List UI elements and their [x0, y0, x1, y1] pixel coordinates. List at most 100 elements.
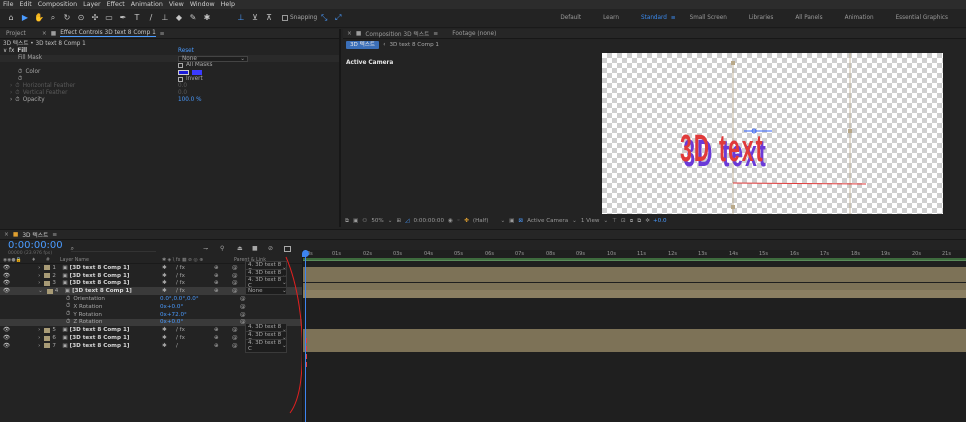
stopwatch-icon[interactable]: ⏱ — [15, 90, 19, 97]
region-of-interest-icon[interactable]: ▣ — [509, 218, 514, 224]
transparency-grid-icon[interactable]: ⊠ — [518, 218, 523, 224]
layer-name[interactable]: [3D text 8 Comp 1] — [70, 280, 130, 286]
pickwhip-icon[interactable]: @ — [232, 280, 238, 286]
label-color[interactable] — [44, 280, 51, 286]
expand-icon[interactable]: › — [38, 343, 40, 349]
eraser-tool-icon[interactable]: ◆ — [174, 13, 184, 23]
preview-icon[interactable]: ⧉ — [345, 218, 349, 225]
home-icon[interactable]: ⌂ — [6, 13, 16, 23]
pan-behind-tool-icon[interactable]: ✣ — [90, 13, 100, 23]
stopwatch-icon[interactable]: ⏱ — [18, 76, 22, 83]
visibility-eye-icon[interactable]: 👁 — [3, 335, 10, 341]
collapse-switch-icon[interactable]: ✱ — [162, 327, 167, 333]
subtab-3d-text[interactable]: 3D 텍스트 — [346, 40, 380, 49]
world-axis-icon[interactable]: ⊻ — [250, 13, 260, 23]
expand-icon[interactable]: › — [38, 280, 40, 286]
stopwatch-icon[interactable]: ⏱ — [66, 296, 70, 303]
visibility-eye-icon[interactable]: 👁 — [3, 265, 10, 271]
collapse-switch-icon[interactable]: ✱ — [162, 335, 167, 341]
expand-icon[interactable]: › — [38, 335, 40, 341]
expand-icon[interactable]: › — [10, 97, 12, 104]
panel-menu-icon[interactable]: ≡ — [433, 31, 438, 37]
workspace-default[interactable]: Default — [560, 15, 581, 21]
snapshot-icon[interactable]: ◉ — [448, 218, 453, 224]
3d-layer-icon[interactable]: ⊕ — [214, 327, 219, 333]
transform-handle[interactable] — [848, 129, 852, 133]
3d-layer-icon[interactable]: ⊕ — [214, 343, 219, 349]
menu-window[interactable]: Window — [190, 0, 215, 9]
all-masks-checkbox[interactable] — [178, 63, 183, 68]
exposure-value[interactable]: +0.0 — [653, 218, 667, 224]
timecode-display[interactable]: 0:00:00:00 — [413, 218, 444, 224]
menu-help[interactable]: Help — [221, 0, 235, 9]
graph-editor-icon[interactable] — [284, 245, 291, 252]
lock-icon[interactable]: ■ — [356, 31, 361, 37]
mask-icon[interactable]: ⚇ — [362, 218, 367, 224]
puppet-tool-icon[interactable]: ✱ — [202, 13, 212, 23]
tab-close-icon[interactable]: × — [4, 232, 9, 238]
collapse-icon[interactable]: ⌄ — [38, 288, 43, 294]
label-color[interactable] — [44, 335, 51, 341]
tab-footage[interactable]: Footage (none) — [452, 31, 496, 37]
workspace-learn[interactable]: Learn — [603, 15, 619, 21]
workspace-libraries[interactable]: Libraries — [749, 15, 774, 21]
camera-dropdown[interactable]: Active Camera — [527, 218, 568, 224]
view-layout-dropdown[interactable]: 1 View — [581, 218, 600, 224]
subtab-comp-1[interactable]: 3D text 8 Comp 1 — [390, 42, 439, 48]
workspace-menu-icon[interactable]: ≡ — [671, 15, 676, 21]
zoom-level[interactable]: 50% — [371, 218, 383, 224]
chevron-down-icon[interactable]: ⌄ — [500, 218, 505, 224]
pickwhip-icon[interactable]: @ — [232, 335, 238, 341]
visibility-eye-icon[interactable]: 👁 — [3, 288, 10, 294]
zoom-tool-icon[interactable]: ⌕ — [48, 13, 58, 23]
label-color[interactable] — [44, 343, 51, 349]
frame-blending-icon[interactable]: ■ — [252, 245, 258, 252]
expand-icon[interactable]: › — [38, 273, 40, 279]
pickwhip-icon[interactable]: @ — [240, 304, 246, 310]
current-timecode[interactable]: 0:00:00:00 — [8, 241, 63, 251]
label-color[interactable] — [44, 265, 51, 271]
rectangle-tool-icon[interactable]: ▭ — [104, 13, 114, 23]
region-icon[interactable]: ▣ — [353, 218, 358, 224]
pickwhip-icon[interactable]: @ — [240, 296, 246, 302]
time-ruler[interactable]: 0s 01s 02s 03s 04s 05s 06s 07s 08s 09s 1… — [303, 250, 966, 258]
clone-stamp-tool-icon[interactable]: ⊥ — [160, 13, 170, 23]
toggle-pixel-icon[interactable]: ⊤ — [612, 218, 617, 224]
flowchart-icon[interactable]: ⧉ — [637, 218, 641, 225]
layer-row[interactable]: 👁 › 3 ▣ [3D text 8 Comp 1] ✱ / fx ⊕ @ 4.… — [0, 276, 302, 291]
3d-layer-icon[interactable]: ⊕ — [214, 280, 219, 286]
resolution-icon[interactable]: ⊞ — [396, 218, 401, 224]
draft-3d-icon[interactable]: ⚲ — [220, 245, 224, 252]
label-color[interactable] — [44, 327, 51, 333]
layer-name[interactable]: [3D text 8 Comp 1] — [70, 343, 130, 349]
pickwhip-icon[interactable]: @ — [232, 343, 238, 349]
layer-name[interactable]: [3D text 8 Comp 1] — [70, 273, 130, 279]
pickwhip-icon[interactable]: @ — [240, 312, 246, 318]
workspace-animation[interactable]: Animation — [845, 15, 874, 21]
stopwatch-icon[interactable]: ⏱ — [18, 69, 22, 76]
3d-layer-icon[interactable]: ⊕ — [214, 265, 219, 271]
pen-tool-icon[interactable]: ✒ — [118, 13, 128, 23]
transform-handle[interactable] — [731, 205, 735, 209]
3d-layer-icon[interactable]: ⊕ — [214, 335, 219, 341]
reset-button[interactable]: Reset — [178, 48, 194, 55]
expand-icon[interactable]: › — [38, 327, 40, 333]
pickwhip-icon[interactable]: @ — [232, 288, 238, 294]
menu-edit[interactable]: Edit — [20, 0, 32, 9]
hand-tool-icon[interactable]: ✋ — [34, 13, 44, 23]
workspace-standard[interactable]: Standard — [641, 15, 667, 21]
menu-animation[interactable]: Animation — [131, 0, 163, 9]
3d-layer-icon[interactable]: ⊕ — [214, 273, 219, 279]
chevron-down-icon[interactable]: ⌄ — [603, 218, 608, 224]
lock-icon[interactable]: ■ — [51, 31, 56, 37]
label-color[interactable] — [44, 273, 51, 279]
snap-icon[interactable]: ⤡ — [319, 13, 329, 23]
comp-mini-flowchart-icon[interactable]: ⇁ — [203, 245, 208, 252]
visibility-eye-icon[interactable]: 👁 — [3, 273, 10, 279]
expand-icon[interactable]: › — [10, 90, 12, 97]
label-color[interactable] — [46, 288, 53, 294]
collapse-switch-icon[interactable]: ✱ — [162, 265, 167, 271]
layer-name[interactable]: [3D text 8 Comp 1] — [70, 327, 130, 333]
tab-timeline[interactable]: 3D 텍스트 — [22, 230, 48, 239]
layer-name[interactable]: [3D text 8 Comp 1] — [70, 335, 130, 341]
